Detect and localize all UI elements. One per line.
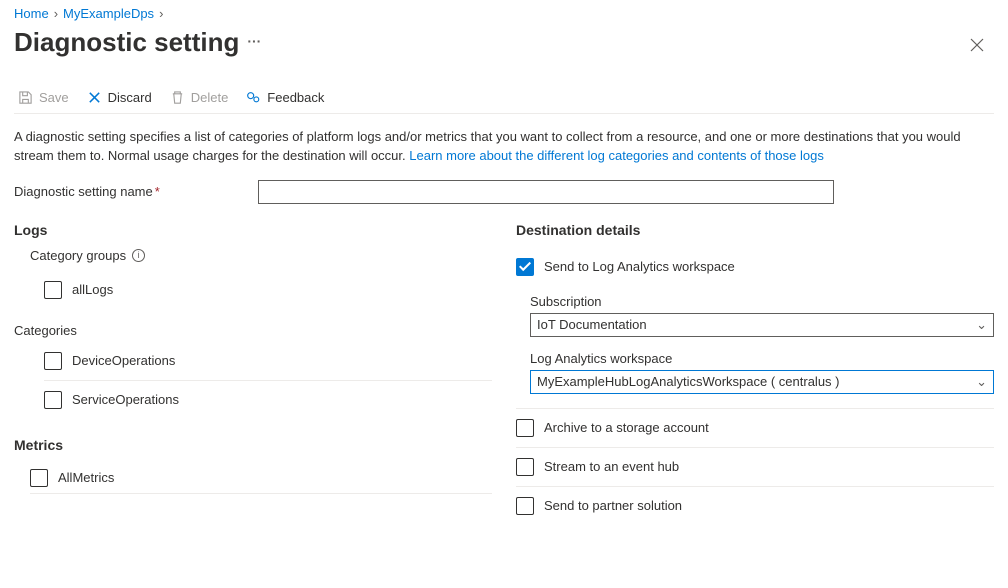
save-button[interactable]: Save [18,90,69,105]
subscription-label: Subscription [530,294,994,309]
allmetrics-checkbox[interactable] [30,469,48,487]
destination-column: Destination details Send to Log Analytic… [510,222,994,525]
archive-storage-label: Archive to a storage account [544,420,709,435]
metrics-title: Metrics [14,437,492,453]
breadcrumb: Home › MyExampleDps › [14,4,994,25]
breadcrumb-separator: › [159,6,163,21]
chevron-down-icon: ⌄ [976,317,987,333]
send-log-analytics-checkbox[interactable] [516,258,534,276]
feedback-button[interactable]: Feedback [246,90,324,105]
delete-label: Delete [191,90,229,105]
save-icon [18,90,33,105]
alllogs-checkbox-row[interactable]: allLogs [44,271,492,309]
setting-name-label: Diagnostic setting name* [14,184,258,199]
serviceoperations-row[interactable]: ServiceOperations [44,381,492,419]
deviceoperations-label: DeviceOperations [72,353,175,368]
stream-event-hub-label: Stream to an event hub [544,459,679,474]
archive-storage-checkbox[interactable] [516,419,534,437]
send-partner-label: Send to partner solution [544,498,682,513]
subscription-value: IoT Documentation [537,317,647,332]
breadcrumb-separator: › [54,6,58,21]
workspace-label: Log Analytics workspace [530,351,994,366]
close-icon[interactable] [964,32,990,61]
chevron-down-icon: ⌄ [976,374,987,390]
alllogs-checkbox[interactable] [44,281,62,299]
send-log-analytics-row[interactable]: Send to Log Analytics workspace [516,248,994,280]
discard-label: Discard [108,90,152,105]
feedback-icon [246,90,261,105]
breadcrumb-resource[interactable]: MyExampleDps [63,6,154,21]
serviceoperations-label: ServiceOperations [72,392,179,407]
send-log-analytics-label: Send to Log Analytics workspace [544,259,735,274]
delete-button[interactable]: Delete [170,90,229,105]
learn-more-link[interactable]: Learn more about the different log categ… [409,148,824,163]
description-text: A diagnostic setting specifies a list of… [14,128,994,166]
setting-name-input[interactable] [258,180,834,204]
discard-button[interactable]: Discard [87,90,152,105]
stream-event-hub-checkbox[interactable] [516,458,534,476]
workspace-select[interactable]: MyExampleHubLogAnalyticsWorkspace ( cent… [530,370,994,394]
archive-storage-row[interactable]: Archive to a storage account [516,409,994,448]
logs-title: Logs [14,222,492,238]
allmetrics-label: AllMetrics [58,470,114,485]
workspace-value: MyExampleHubLogAnalyticsWorkspace ( cent… [537,374,840,389]
send-partner-row[interactable]: Send to partner solution [516,487,994,525]
feedback-label: Feedback [267,90,324,105]
delete-icon [170,90,185,105]
categories-label: Categories [14,323,492,338]
subscription-select[interactable]: IoT Documentation ⌄ [530,313,994,337]
info-icon[interactable]: i [132,249,145,262]
page-title-text: Diagnostic setting [14,27,239,58]
breadcrumb-home[interactable]: Home [14,6,49,21]
allmetrics-row[interactable]: AllMetrics [30,463,492,494]
alllogs-label: allLogs [72,282,113,297]
send-partner-checkbox[interactable] [516,497,534,515]
stream-event-hub-row[interactable]: Stream to an event hub [516,448,994,487]
deviceoperations-row[interactable]: DeviceOperations [44,342,492,381]
more-actions-icon[interactable]: ··· [247,33,261,53]
category-groups-label: Category groups i [30,248,492,263]
page-title: Diagnostic setting ··· [14,27,261,58]
destination-title: Destination details [516,222,994,238]
deviceoperations-checkbox[interactable] [44,352,62,370]
discard-icon [87,90,102,105]
required-indicator: * [155,184,160,199]
serviceoperations-checkbox[interactable] [44,391,62,409]
command-bar: Save Discard Delete Feedback [14,82,994,114]
save-label: Save [39,90,69,105]
logs-column: Logs Category groups i allLogs Categorie… [14,222,498,525]
